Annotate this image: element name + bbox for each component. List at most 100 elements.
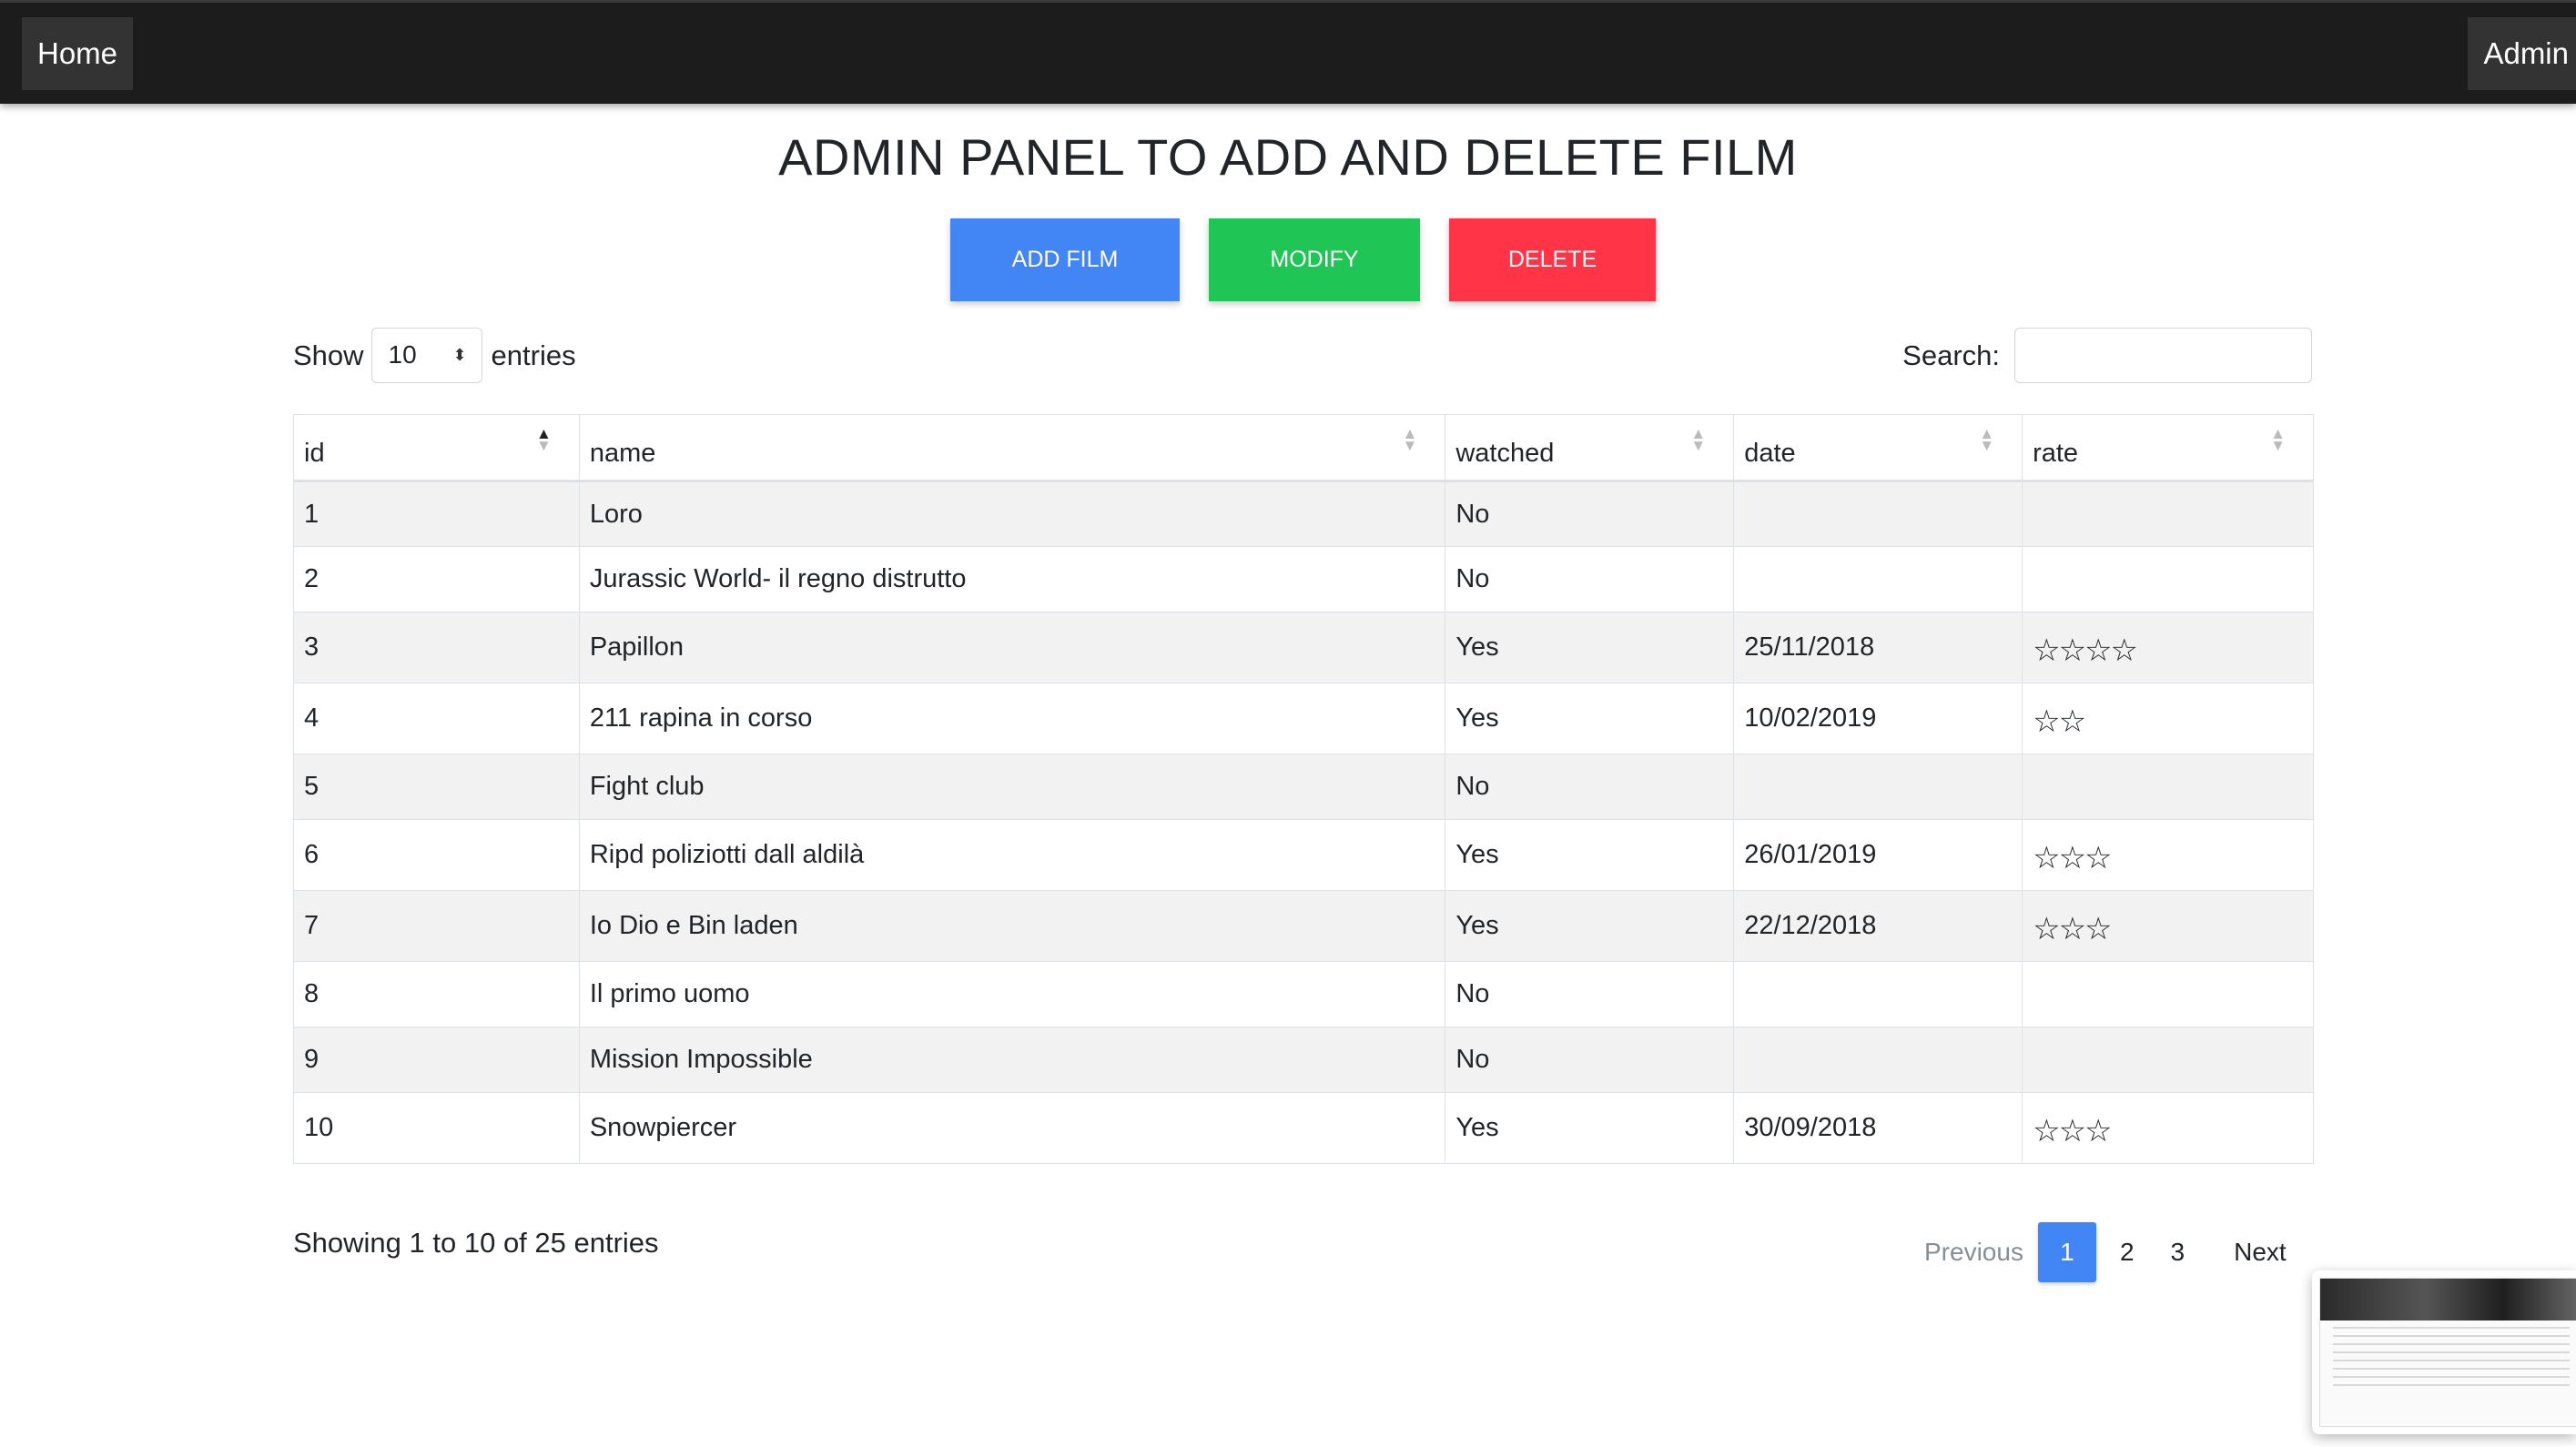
cell-watched: Yes — [1445, 612, 1735, 683]
cell-id: 1 — [293, 481, 580, 547]
column-header-id[interactable]: id ▲ ▼ — [293, 414, 580, 482]
table-row[interactable]: 9 Mission Impossible No — [293, 1027, 2314, 1093]
column-header-rate[interactable]: rate ▲ ▼ — [2022, 414, 2314, 482]
cell-date: 22/12/2018 — [1733, 890, 2023, 962]
pagination-previous[interactable]: Previous — [1912, 1222, 2036, 1282]
cell-rate — [2022, 481, 2314, 547]
table-row[interactable]: 4 211 rapina in corso Yes 10/02/2019 ☆☆ — [293, 683, 2314, 754]
table-row[interactable]: 5 Fight club No — [293, 754, 2314, 820]
cell-date — [1733, 961, 2023, 1027]
pagination-next[interactable]: Next — [2221, 1222, 2299, 1282]
column-header-name[interactable]: name ▲ ▼ — [579, 414, 1446, 482]
modify-button[interactable]: MODIFY — [1209, 218, 1420, 301]
films-table: id ▲ ▼ name ▲ ▼ watched ▲ ▼ date ▲ ▼ rate ▲ ▼… — [293, 414, 2314, 1164]
thumbnail-line — [2333, 1335, 2570, 1337]
table-row[interactable]: 8 Il primo uomo No — [293, 961, 2314, 1027]
nav-admin-link[interactable]: Admin — [2468, 17, 2576, 90]
cell-name: Fight club — [579, 754, 1446, 820]
cell-id: 9 — [293, 1027, 580, 1093]
add-film-button[interactable]: ADD FILM — [950, 218, 1180, 301]
cell-id: 3 — [293, 612, 580, 683]
entries-label: entries — [491, 339, 576, 371]
cell-id: 10 — [293, 1092, 580, 1164]
cell-id: 8 — [293, 961, 580, 1027]
pagination: Previous 1 2 3 Next — [1912, 1222, 2299, 1282]
table-row[interactable]: 3 Papillon Yes 25/11/2018 ☆☆☆☆ — [293, 612, 2314, 683]
column-label: rate — [2033, 439, 2079, 468]
thumbnail-line — [2333, 1368, 2570, 1370]
thumbnail-line — [2333, 1351, 2570, 1353]
select-arrows-icon: ⬍ — [452, 346, 467, 364]
thumbnail-line — [2333, 1384, 2570, 1386]
cell-rate — [2022, 754, 2314, 820]
search-label: Search: — [1902, 339, 2000, 371]
cell-name: Snowpiercer — [579, 1092, 1446, 1164]
cell-rate — [2022, 1027, 2314, 1093]
cell-watched: No — [1445, 754, 1735, 820]
cell-watched: No — [1445, 546, 1735, 612]
table-header-row: id ▲ ▼ name ▲ ▼ watched ▲ ▼ date ▲ ▼ rate ▲ ▼ — [293, 414, 2314, 482]
thumbnail-line — [2333, 1343, 2570, 1345]
cell-watched: No — [1445, 481, 1735, 547]
table-row[interactable]: 10 Snowpiercer Yes 30/09/2018 ☆☆☆ — [293, 1092, 2314, 1164]
sort-icon: ▲ ▼ — [1690, 425, 1707, 454]
column-header-date[interactable]: date ▲ ▼ — [1733, 414, 2023, 482]
pagination-page-2[interactable]: 2 — [2107, 1222, 2147, 1282]
thumbnail-line — [2333, 1360, 2570, 1361]
entries-select-value: 10 — [388, 340, 417, 369]
column-label: watched — [1455, 439, 1555, 468]
cell-name: 211 rapina in corso — [579, 683, 1446, 754]
cell-date — [1733, 754, 2023, 820]
table-info: Showing 1 to 10 of 25 entries — [293, 1227, 659, 1259]
table-row[interactable]: 1 Loro No — [293, 481, 2314, 547]
cell-name: Papillon — [579, 612, 1446, 683]
cell-rate: ☆☆☆ — [2022, 819, 2314, 891]
cell-name: Ripd poliziotti dall aldilà — [579, 819, 1446, 891]
cell-rate — [2022, 961, 2314, 1027]
cell-rate: ☆☆☆ — [2022, 1092, 2314, 1164]
search-control: Search: — [1902, 328, 2312, 383]
cell-name: Io Dio e Bin laden — [579, 890, 1446, 962]
delete-button[interactable]: DELETE — [1449, 218, 1656, 301]
cell-id: 5 — [293, 754, 580, 820]
entries-length-control: Show 10 ⬍ entries — [293, 328, 576, 383]
top-navbar: Home Admin — [0, 0, 2576, 104]
cell-watched: Yes — [1445, 683, 1735, 754]
pagination-page-1[interactable]: 1 — [2037, 1222, 2096, 1282]
cell-name: Mission Impossible — [579, 1027, 1446, 1093]
nav-home-link[interactable]: Home — [22, 17, 134, 90]
thumbnail-line — [2333, 1376, 2570, 1378]
cell-date: 10/02/2019 — [1733, 683, 2023, 754]
cell-date — [1733, 546, 2023, 612]
sort-icon: ▲ ▼ — [1402, 425, 1418, 454]
page-title: ADMIN PANEL TO ADD AND DELETE FILM — [778, 128, 1798, 186]
column-label: id — [304, 439, 325, 468]
cell-id: 6 — [293, 819, 580, 891]
cell-watched: No — [1445, 961, 1735, 1027]
cell-rate — [2022, 546, 2314, 612]
cell-date — [1733, 481, 2023, 547]
table-row[interactable]: 2 Jurassic World- il regno distrutto No — [293, 546, 2314, 612]
cell-date: 25/11/2018 — [1733, 612, 2023, 683]
sort-icon: ▲ ▼ — [1979, 425, 1995, 454]
cell-date: 26/01/2019 — [1733, 819, 2023, 891]
table-row[interactable]: 7 Io Dio e Bin laden Yes 22/12/2018 ☆☆☆ — [293, 890, 2314, 962]
column-header-watched[interactable]: watched ▲ ▼ — [1445, 414, 1735, 482]
thumbnail-header — [2320, 1279, 2576, 1321]
cell-name: Loro — [579, 481, 1446, 547]
table-row[interactable]: 6 Ripd poliziotti dall aldilà Yes 26/01/… — [293, 819, 2314, 891]
cell-id: 7 — [293, 890, 580, 962]
cell-rate: ☆☆ — [2022, 683, 2314, 754]
entries-select[interactable]: 10 ⬍ — [370, 328, 482, 383]
sort-icon: ▲ ▼ — [536, 425, 552, 454]
pagination-page-3[interactable]: 3 — [2158, 1222, 2198, 1282]
cell-watched: Yes — [1445, 890, 1735, 962]
cell-watched: Yes — [1445, 1092, 1735, 1164]
thumbnail-line — [2333, 1327, 2570, 1329]
search-input[interactable] — [2014, 328, 2312, 383]
screenshot-thumbnail-preview[interactable] — [2312, 1270, 2576, 1434]
cell-rate: ☆☆☆☆ — [2022, 612, 2314, 683]
cell-name: Jurassic World- il regno distrutto — [579, 546, 1446, 612]
column-label: date — [1744, 439, 1796, 468]
sort-icon: ▲ ▼ — [2270, 425, 2286, 454]
